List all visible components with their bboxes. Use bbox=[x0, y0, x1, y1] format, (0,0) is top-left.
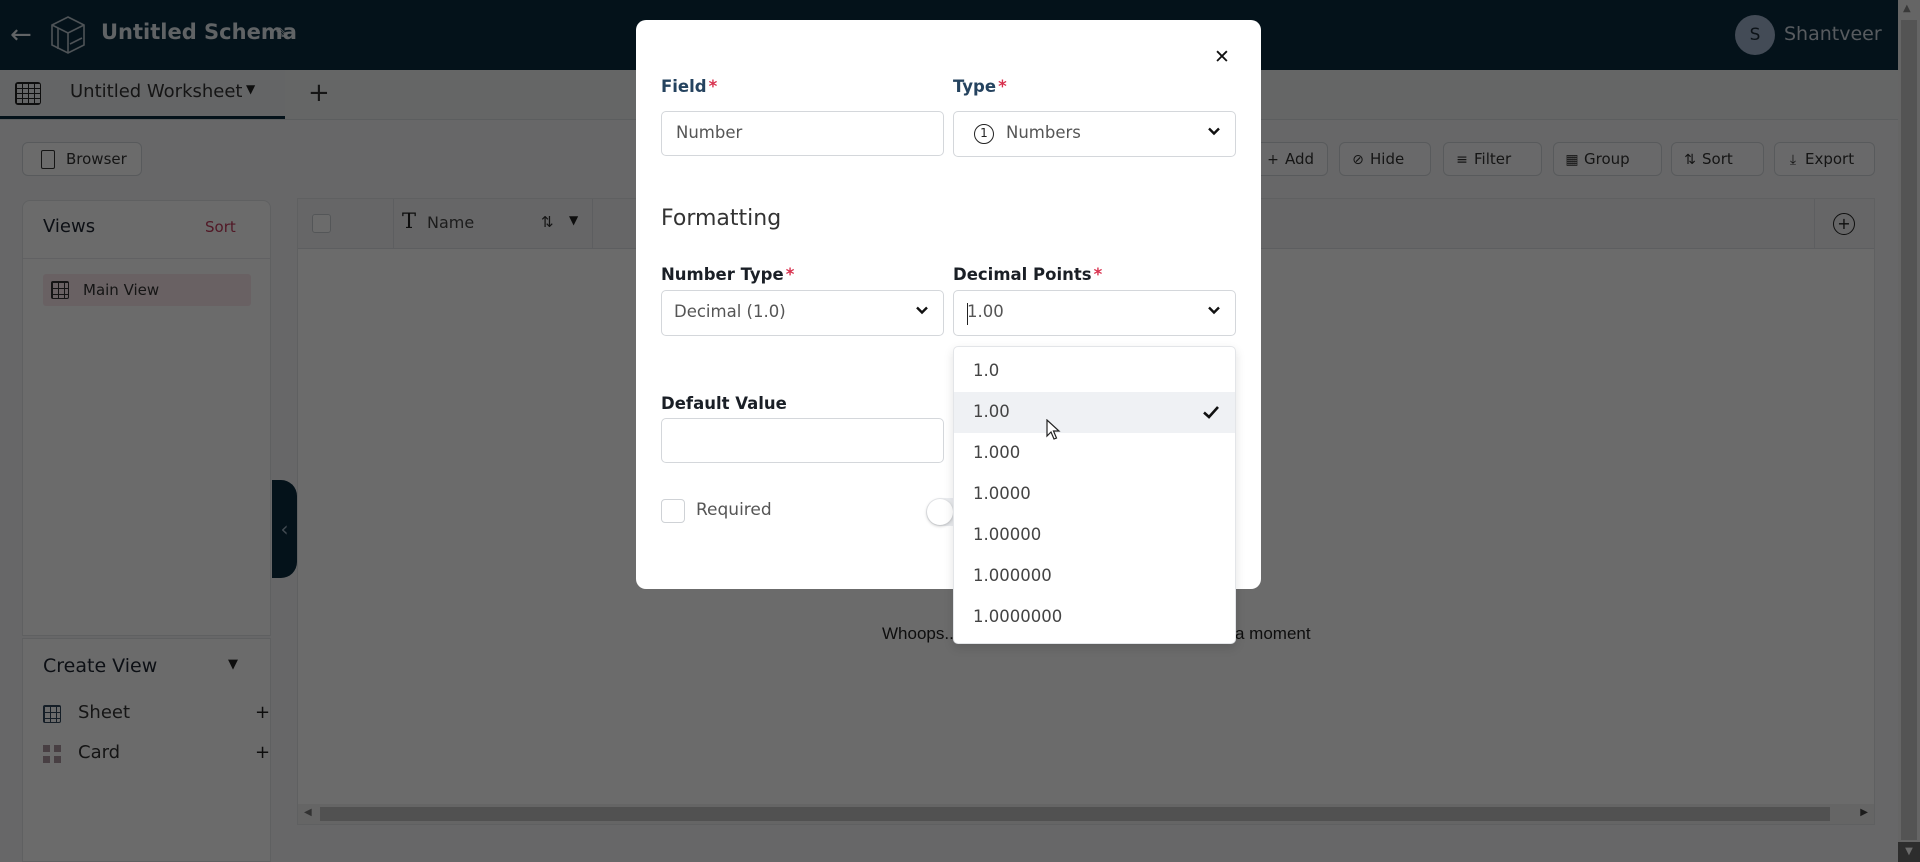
option-label: 1.000000 bbox=[973, 566, 1052, 585]
decimal-points-value: 1.00 bbox=[967, 302, 1004, 321]
default-value-input[interactable] bbox=[661, 418, 944, 463]
dropdown-option[interactable]: 1.000 bbox=[954, 433, 1235, 474]
number-one-circle-icon: 1 bbox=[974, 124, 994, 144]
toggle-knob bbox=[927, 499, 953, 525]
chevron-down-icon bbox=[916, 306, 928, 315]
option-label: 1.00000 bbox=[973, 525, 1042, 544]
option-label: 1.0 bbox=[973, 361, 1000, 380]
dropdown-option[interactable]: 1.000000 bbox=[954, 556, 1235, 597]
type-label: Type * bbox=[953, 77, 1007, 96]
required-checkbox[interactable] bbox=[661, 499, 685, 523]
type-label-text: Type bbox=[953, 77, 997, 96]
dropdown-option[interactable]: 1.0000000 bbox=[954, 597, 1235, 638]
chevron-down-icon bbox=[1208, 127, 1220, 136]
formatting-section-title: Formatting bbox=[661, 206, 782, 231]
decimal-points-dropdown: 1.0 1.00 1.000 1.0000 1.00000 1.000000 1… bbox=[953, 346, 1236, 644]
decimal-points-label: Decimal Points * bbox=[953, 265, 1102, 284]
number-type-label-text: Number Type bbox=[661, 265, 784, 284]
number-type-value: Decimal (1.0) bbox=[674, 302, 786, 321]
field-name-value: Number bbox=[676, 123, 743, 142]
dropdown-option[interactable]: 1.00000 bbox=[954, 515, 1235, 556]
checkmark-icon bbox=[1203, 406, 1219, 419]
required-asterisk: * bbox=[708, 77, 718, 96]
decimal-points-label-text: Decimal Points bbox=[953, 265, 1092, 284]
required-label: Required bbox=[696, 500, 772, 520]
field-label-text: Field bbox=[661, 77, 707, 96]
dropdown-option-selected[interactable]: 1.00 bbox=[954, 392, 1235, 433]
required-asterisk: * bbox=[1093, 265, 1103, 284]
number-type-label: Number Type * bbox=[661, 265, 794, 284]
chevron-down-icon bbox=[1208, 306, 1220, 315]
type-select-value: Numbers bbox=[1006, 123, 1081, 142]
option-label: 1.00 bbox=[973, 402, 1010, 421]
field-name-input[interactable]: Number bbox=[661, 111, 944, 156]
type-select[interactable]: 1 Numbers bbox=[953, 111, 1236, 157]
dropdown-option[interactable]: 1.0 bbox=[954, 351, 1235, 392]
option-label: 1.000 bbox=[973, 443, 1021, 462]
option-label: 1.0000 bbox=[973, 484, 1031, 503]
required-asterisk: * bbox=[785, 265, 795, 284]
decimal-points-select[interactable]: 1.00 bbox=[953, 290, 1236, 336]
mouse-pointer-icon bbox=[1046, 419, 1061, 440]
close-icon[interactable]: ✕ bbox=[1210, 45, 1234, 69]
field-label: Field * bbox=[661, 77, 717, 96]
required-asterisk: * bbox=[998, 77, 1007, 96]
dropdown-option[interactable]: 1.0000 bbox=[954, 474, 1235, 515]
number-type-select[interactable]: Decimal (1.0) bbox=[661, 290, 944, 336]
default-value-label: Default Value bbox=[661, 394, 787, 413]
option-label: 1.0000000 bbox=[973, 607, 1063, 626]
